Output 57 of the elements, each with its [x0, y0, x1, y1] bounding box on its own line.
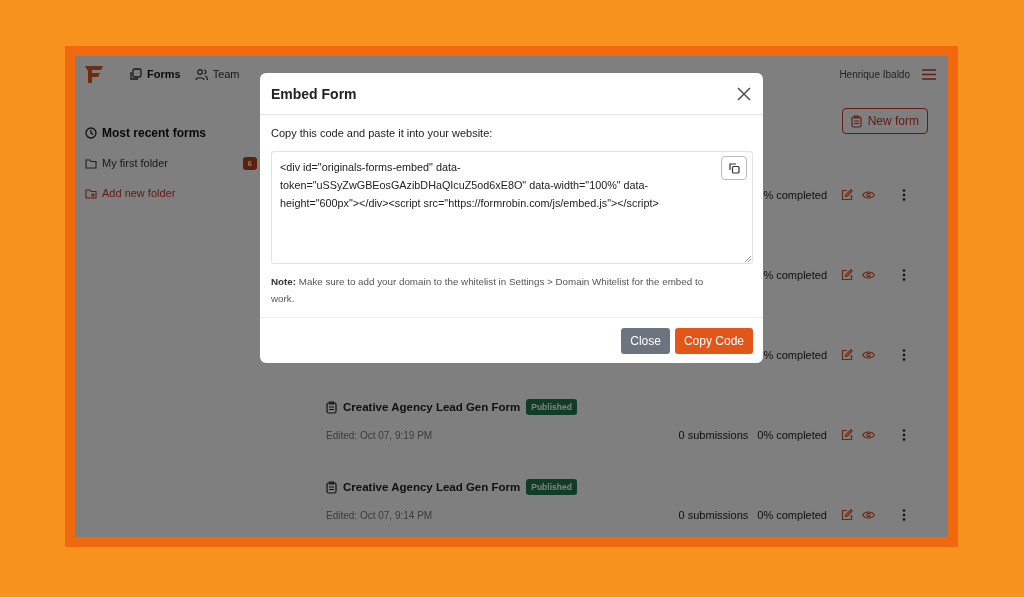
edit-icon[interactable] [841, 349, 853, 361]
more-icon[interactable] [902, 429, 906, 441]
clock-icon [85, 127, 97, 139]
new-form-button[interactable]: New form [841, 108, 928, 134]
completion-rate: % completed [763, 189, 827, 201]
close-button[interactable] [735, 84, 753, 103]
sidebar-item[interactable]: Add new folder [85, 178, 257, 208]
completion-rate: % completed [763, 269, 827, 281]
sidebar-item[interactable]: My first folder 6 [85, 148, 257, 178]
form-title[interactable]: Creative Agency Lead Gen Form [343, 401, 521, 413]
completion-rate: % completed [763, 349, 827, 361]
nav-tab[interactable]: Forms [129, 67, 181, 81]
resize-grip-icon[interactable] [745, 256, 751, 262]
copy-code-button[interactable]: Copy Code [674, 328, 753, 354]
eye-icon[interactable] [862, 430, 875, 440]
edit-icon[interactable] [841, 429, 853, 441]
documents-icon [129, 67, 142, 81]
edit-icon[interactable] [841, 509, 853, 521]
status-badge: Published [526, 479, 577, 495]
close-button[interactable]: Close [621, 328, 670, 354]
close-icon [737, 86, 751, 101]
logo-icon [83, 64, 105, 84]
edit-icon[interactable] [841, 189, 853, 201]
eye-icon[interactable] [862, 190, 875, 200]
instruction-text: Copy this code and paste it into your website: [271, 127, 494, 139]
copy-icon [728, 162, 740, 174]
more-icon[interactable] [902, 189, 906, 201]
folder-icon [85, 157, 97, 169]
code-field[interactable]: <div id="originals-forms-embed" data-token="uSSyZwGBEosGAzibDHaQIcuZ5od6xE8O" data-width="100%" data-height="600px"></div><script src="https://formrobin.com/js/embed.js"></script> [271, 151, 753, 264]
dialog-title: Embed Form [271, 85, 357, 102]
submission-count: 0 submissions [678, 509, 749, 521]
people-icon [194, 67, 208, 81]
eye-icon[interactable] [862, 510, 875, 520]
sidebar-item[interactable]: Most recent forms [85, 118, 257, 148]
more-icon[interactable] [902, 269, 906, 281]
count-badge: 6 [242, 156, 257, 170]
add-folder-icon [85, 187, 97, 199]
clipboard-icon [850, 114, 862, 128]
eye-icon[interactable] [862, 270, 875, 280]
menu-icon[interactable] [922, 68, 936, 80]
completion-rate: 0% completed [757, 509, 827, 521]
nav-tab[interactable]: Team [194, 67, 240, 81]
edited-date: Edited: Oct 07, 9:19 PM [326, 430, 433, 441]
form-title[interactable]: Creative Agency Lead Gen Form [343, 481, 521, 493]
status-badge: Published [526, 399, 577, 415]
more-icon[interactable] [902, 509, 906, 521]
user-name[interactable]: Henrique Ibaldo [839, 68, 910, 80]
eye-icon[interactable] [862, 350, 875, 360]
submission-count: 0 submissions [678, 429, 749, 441]
edit-icon[interactable] [841, 269, 853, 281]
completion-rate: 0% completed [757, 429, 827, 441]
edited-date: Edited: Oct 07, 9:14 PM [326, 510, 433, 521]
copy-button[interactable] [721, 156, 747, 180]
more-icon[interactable] [902, 349, 906, 361]
clipboard-icon [326, 480, 337, 494]
note-text: Note: Make sure to add your domain to the whitelist in Settings > Domain Whitelist for the embed to work. [271, 275, 705, 306]
clipboard-icon [326, 400, 337, 414]
